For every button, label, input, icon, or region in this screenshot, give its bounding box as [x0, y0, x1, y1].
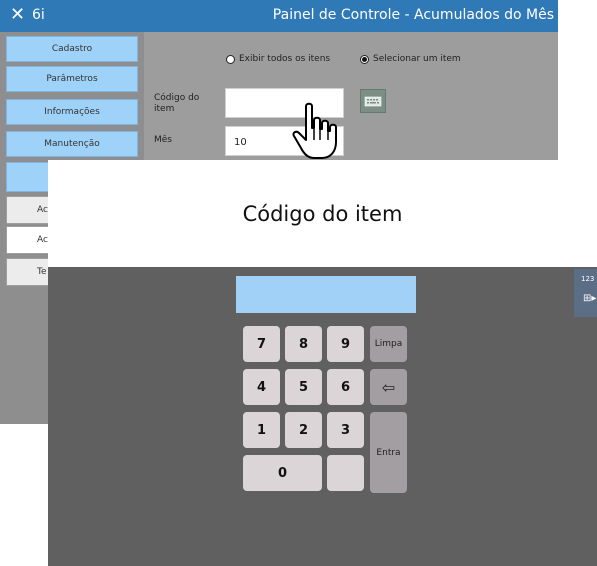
sidebar-item-label: Cadastro: [51, 44, 93, 54]
sidebar-item-cadastro[interactable]: Cadastro: [6, 36, 138, 62]
keypad-title: Código do item: [242, 202, 403, 226]
key-9[interactable]: 9: [327, 326, 364, 362]
window-title: Painel de Controle - Acumulados do Mês: [272, 7, 554, 23]
radio-dot-checked: [360, 54, 369, 64]
sidebar-item-label: Parâmetros: [46, 74, 98, 84]
radio-select-item[interactable]: Selecionar um item: [360, 54, 461, 64]
key-blank[interactable]: [327, 455, 364, 491]
key-0[interactable]: 0: [243, 455, 322, 491]
backspace-button[interactable]: ⇦: [370, 369, 407, 405]
key-5[interactable]: 5: [285, 369, 322, 405]
sidebar-item-informacoes[interactable]: Informações: [6, 99, 138, 125]
numeric-keypad: 7 8 9 Limpa 4 5 6 ⇦ 1 2 3 Entra 0: [48, 267, 597, 566]
codigo-label: Código do item: [154, 93, 200, 114]
clear-button[interactable]: Limpa: [370, 326, 407, 362]
mes-label: Mês: [154, 135, 172, 145]
key-8[interactable]: 8: [285, 326, 322, 362]
hand-pointer-icon: [292, 102, 337, 159]
enter-button[interactable]: Entra: [370, 412, 407, 493]
filter-panel: Exibir todos os itens Selecionar um item…: [144, 32, 558, 160]
keyboard-button[interactable]: [360, 89, 386, 113]
keyboard-icon: [364, 96, 382, 107]
app-label: 6i: [32, 7, 45, 23]
keyboard-mode-label: 123: [581, 275, 595, 283]
radio-show-all[interactable]: Exibir todos os itens: [226, 54, 330, 64]
title-bar: ✕ 6i Painel de Controle - Acumulados do …: [0, 0, 558, 32]
keypad-display: [236, 276, 416, 313]
sidebar-item-parametros[interactable]: Parâmetros: [6, 66, 138, 92]
key-1[interactable]: 1: [243, 412, 280, 448]
sidebar-item-manutencao[interactable]: Manutenção: [6, 131, 138, 157]
key-4[interactable]: 4: [243, 369, 280, 405]
keypad-header: Código do item: [48, 160, 597, 267]
radio-show-all-label: Exibir todos os itens: [239, 54, 331, 64]
sidebar-item-label: Manutenção: [44, 139, 100, 149]
key-7[interactable]: 7: [243, 326, 280, 362]
key-2[interactable]: 2: [285, 412, 322, 448]
radio-dot: [226, 54, 235, 64]
keyboard-mode-tab[interactable]: 123 ⊞▸: [574, 269, 597, 317]
sidebar-subitem-label: Te: [37, 267, 47, 277]
key-6[interactable]: 6: [327, 369, 364, 405]
sidebar-item-label: Informações: [44, 107, 100, 117]
close-icon[interactable]: ✕: [10, 5, 25, 25]
radio-select-item-label: Selecionar um item: [373, 54, 461, 64]
keyboard-expand-icon: ⊞▸: [583, 293, 597, 304]
key-3[interactable]: 3: [327, 412, 364, 448]
